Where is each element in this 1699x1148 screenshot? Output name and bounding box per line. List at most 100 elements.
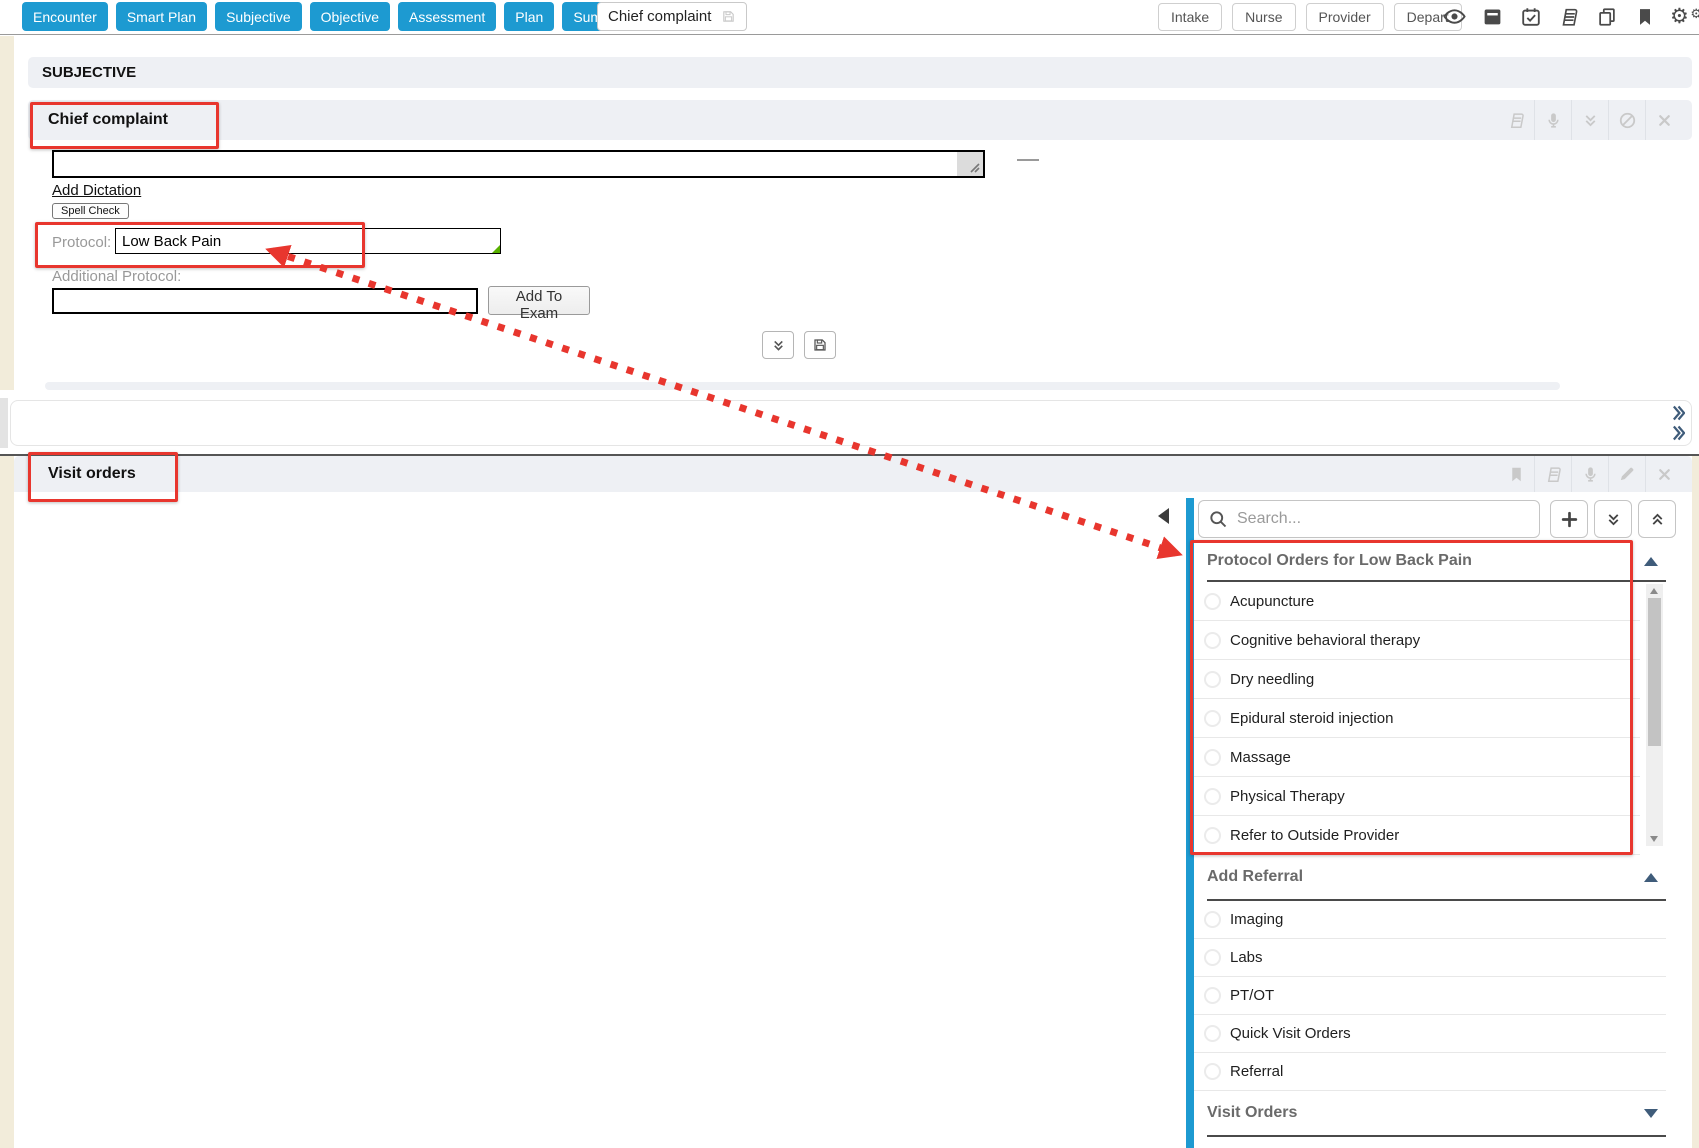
close-icon[interactable] bbox=[1645, 100, 1682, 140]
resize-dash[interactable] bbox=[1017, 159, 1039, 161]
order-item-referral[interactable]: Referral bbox=[1194, 1053, 1666, 1091]
order-item-label: Epidural steroid injection bbox=[1230, 710, 1393, 727]
section-label: Add Referral bbox=[1207, 868, 1303, 886]
order-radio-icon[interactable] bbox=[1204, 1025, 1221, 1042]
calendar-check-icon[interactable] bbox=[1518, 4, 1543, 29]
book-icon[interactable] bbox=[1556, 4, 1581, 29]
protocol-input[interactable] bbox=[115, 228, 501, 254]
archive-box-icon[interactable] bbox=[1480, 4, 1505, 29]
page-margin-right bbox=[1692, 456, 1699, 1148]
expand-all-button[interactable] bbox=[1594, 500, 1632, 538]
tab-objective[interactable]: Objective bbox=[310, 2, 390, 31]
order-radio-icon[interactable] bbox=[1204, 788, 1221, 805]
add-dictation-link[interactable]: Add Dictation bbox=[52, 182, 141, 199]
order-item-label: Imaging bbox=[1230, 911, 1283, 928]
provider-button[interactable]: Provider bbox=[1306, 3, 1384, 31]
expand-down-icon[interactable] bbox=[1644, 1109, 1658, 1118]
order-item-refer-to-outside-provider[interactable]: Refer to Outside Provider bbox=[1194, 816, 1640, 855]
tab-assessment[interactable]: Assessment bbox=[398, 2, 496, 31]
add-order-button[interactable] bbox=[1550, 500, 1588, 538]
order-item-physical-therapy[interactable]: Physical Therapy bbox=[1194, 777, 1640, 816]
protocol-list-scrollbar[interactable] bbox=[1646, 584, 1663, 846]
microphone-icon[interactable] bbox=[1534, 100, 1571, 140]
section-header-protocol-orders-for-low-back-pain[interactable]: Protocol Orders for Low Back Pain bbox=[1207, 542, 1666, 582]
textarea-resize-handle[interactable] bbox=[957, 152, 983, 176]
book-icon[interactable] bbox=[1498, 100, 1534, 140]
tab-plan[interactable]: Plan bbox=[504, 2, 554, 31]
toolbar-icons: ⚙⚙ bbox=[1442, 4, 1699, 29]
double-chevron-down-icon[interactable] bbox=[1571, 100, 1608, 140]
order-item-quick-visit-orders[interactable]: Quick Visit Orders bbox=[1194, 1015, 1666, 1053]
add-to-exam-button[interactable]: Add To Exam bbox=[488, 286, 590, 315]
section-label: Visit Orders bbox=[1207, 1104, 1297, 1122]
save-icon bbox=[721, 9, 736, 24]
visit-orders-title: Visit orders bbox=[48, 465, 136, 483]
microphone-icon[interactable] bbox=[1571, 456, 1608, 492]
visit-orders-bar-icons bbox=[1498, 456, 1682, 492]
order-item-label: Dry needling bbox=[1230, 671, 1314, 688]
order-radio-icon[interactable] bbox=[1204, 949, 1221, 966]
order-item-dry-needling[interactable]: Dry needling bbox=[1194, 660, 1640, 699]
order-item-epidural-steroid-injection[interactable]: Epidural steroid injection bbox=[1194, 699, 1640, 738]
collapse-section-button[interactable] bbox=[762, 331, 794, 359]
scrollbar-down-icon[interactable] bbox=[1650, 836, 1658, 842]
bookmark-icon[interactable] bbox=[1632, 4, 1657, 29]
search-input[interactable] bbox=[1235, 505, 1534, 533]
order-radio-icon[interactable] bbox=[1204, 749, 1221, 766]
collapse-all-button[interactable] bbox=[1638, 500, 1676, 538]
scrollbar-thumb[interactable] bbox=[1648, 598, 1661, 746]
order-radio-icon[interactable] bbox=[1204, 671, 1221, 688]
horizontal-scroll-strip[interactable] bbox=[10, 400, 1692, 446]
ban-icon[interactable] bbox=[1608, 100, 1645, 140]
eye-icon[interactable] bbox=[1442, 4, 1467, 29]
panel-collapse-arrow-icon[interactable] bbox=[1158, 508, 1169, 524]
tab-smart-plan[interactable]: Smart Plan bbox=[116, 2, 207, 31]
bookmark-icon[interactable] bbox=[1498, 456, 1534, 492]
section-header-quick-visit-orders[interactable]: Quick Visit Orders bbox=[1207, 1137, 1666, 1148]
order-item-cognitive-behavioral-therapy[interactable]: Cognitive behavioral therapy bbox=[1194, 621, 1640, 660]
order-radio-icon[interactable] bbox=[1204, 987, 1221, 1004]
nurse-button[interactable]: Nurse bbox=[1232, 3, 1295, 31]
order-item-label: Massage bbox=[1230, 749, 1291, 766]
tab-encounter[interactable]: Encounter bbox=[22, 2, 108, 31]
save-section-button[interactable] bbox=[804, 331, 836, 359]
section-header-add-referral[interactable]: Add Referral bbox=[1207, 855, 1666, 901]
scrollbar-up-icon[interactable] bbox=[1650, 588, 1658, 594]
order-item-massage[interactable]: Massage bbox=[1194, 738, 1640, 777]
order-radio-icon[interactable] bbox=[1204, 827, 1221, 844]
order-item-imaging[interactable]: Imaging bbox=[1194, 901, 1666, 939]
orders-search bbox=[1198, 500, 1540, 538]
tab-subjective[interactable]: Subjective bbox=[215, 2, 302, 31]
order-item-label: Physical Therapy bbox=[1230, 788, 1345, 805]
order-item-label: Cognitive behavioral therapy bbox=[1230, 632, 1420, 649]
order-radio-icon[interactable] bbox=[1204, 593, 1221, 610]
order-item-labs[interactable]: Labs bbox=[1194, 939, 1666, 977]
order-item-pt-ot[interactable]: PT/OT bbox=[1194, 977, 1666, 1015]
section-header-visit-orders[interactable]: Visit Orders bbox=[1207, 1091, 1666, 1137]
collapse-up-icon[interactable] bbox=[1644, 557, 1658, 566]
order-item-label: Acupuncture bbox=[1230, 593, 1314, 610]
order-radio-icon[interactable] bbox=[1204, 911, 1221, 928]
pencil-icon[interactable] bbox=[1608, 456, 1645, 492]
collapse-up-icon[interactable] bbox=[1644, 873, 1658, 882]
tab-chief-complaint[interactable]: Chief complaint bbox=[597, 2, 747, 31]
order-radio-icon[interactable] bbox=[1204, 632, 1221, 649]
chief-complaint-input[interactable] bbox=[52, 150, 985, 178]
scroll-right-arrows-icon[interactable] bbox=[1672, 404, 1685, 442]
order-item-acupuncture[interactable]: Acupuncture bbox=[1194, 582, 1640, 621]
intake-button[interactable]: Intake bbox=[1158, 3, 1222, 31]
order-item-label: Labs bbox=[1230, 949, 1263, 966]
order-radio-icon[interactable] bbox=[1204, 1063, 1221, 1080]
order-item-label: PT/OT bbox=[1230, 987, 1274, 1004]
ehr-page: Encounter Smart Plan Subjective Objective As… bbox=[0, 0, 1699, 1148]
protocol-input-resize-corner[interactable] bbox=[492, 245, 500, 253]
panel-accent-bar bbox=[1186, 498, 1194, 1148]
settings-gears-icon[interactable]: ⚙⚙ bbox=[1670, 6, 1699, 27]
additional-protocol-input[interactable] bbox=[52, 288, 478, 314]
book-icon[interactable] bbox=[1534, 456, 1571, 492]
copy-icon[interactable] bbox=[1594, 4, 1619, 29]
order-radio-icon[interactable] bbox=[1204, 710, 1221, 727]
spell-check-button[interactable]: Spell Check bbox=[52, 203, 129, 219]
visit-orders-section-bar: Visit orders bbox=[14, 456, 1692, 492]
close-icon[interactable] bbox=[1645, 456, 1682, 492]
